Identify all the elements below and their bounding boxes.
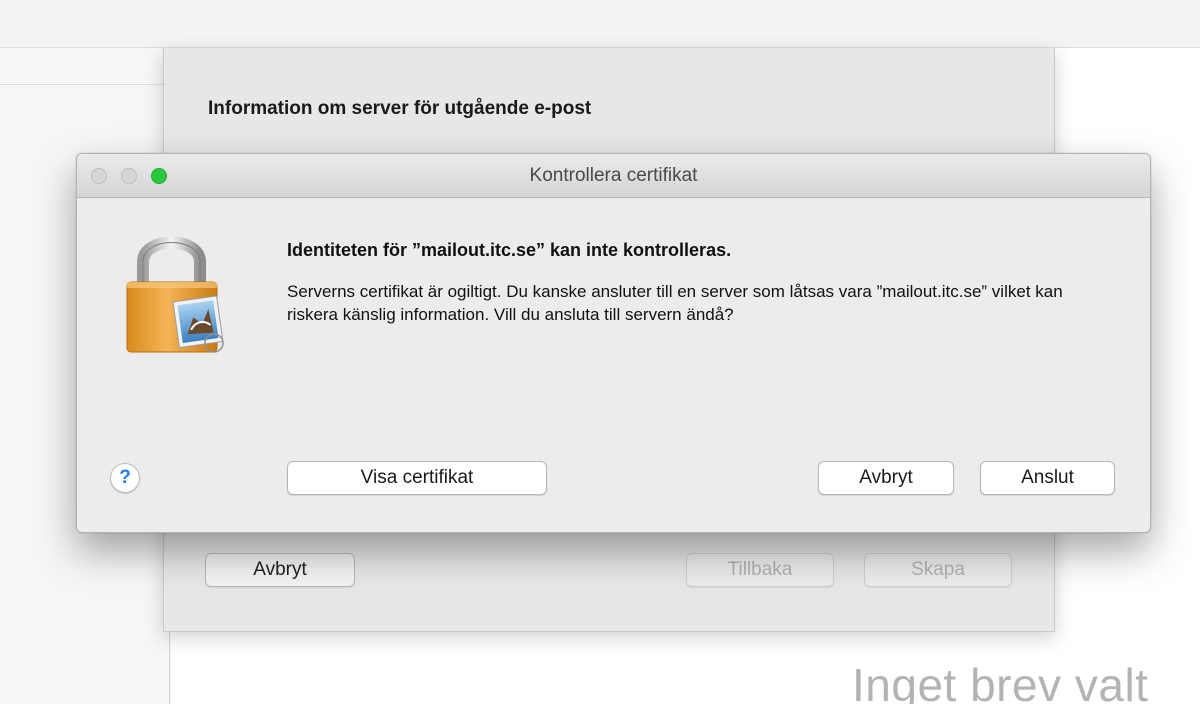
sidebar-divider xyxy=(0,84,170,85)
sheet-title: Information om server för utgående e-pos… xyxy=(208,98,592,119)
help-button[interactable]: ? xyxy=(110,463,140,493)
dialog-message: Serverns certifikat är ogiltigt. Du kans… xyxy=(287,282,1063,324)
sheet-back-button: Tillbaka xyxy=(686,553,834,587)
sheet-create-button: Skapa xyxy=(864,553,1012,587)
show-certificate-button[interactable]: Visa certifikat xyxy=(287,461,547,495)
dialog-cancel-button[interactable]: Avbryt xyxy=(818,461,954,495)
dialog-titlebar: Kontrollera certifikat xyxy=(77,154,1150,198)
verify-certificate-dialog: Kontrollera certifikat Identiteten för ”… xyxy=(76,153,1151,533)
mail-app-window: Inget brev valt Information om server fö… xyxy=(0,0,1200,704)
connect-button[interactable]: Anslut xyxy=(980,461,1115,495)
sheet-cancel-button[interactable]: Avbryt xyxy=(205,553,355,587)
no-message-selected-text: Inget brev valt xyxy=(852,659,1149,704)
lock-with-mail-stamp-icon xyxy=(126,236,224,353)
dialog-headline: Identiteten för ”mailout.itc.se” kan int… xyxy=(287,240,732,260)
dialog-title: Kontrollera certifikat xyxy=(529,165,698,186)
mail-toolbar xyxy=(0,0,1200,48)
